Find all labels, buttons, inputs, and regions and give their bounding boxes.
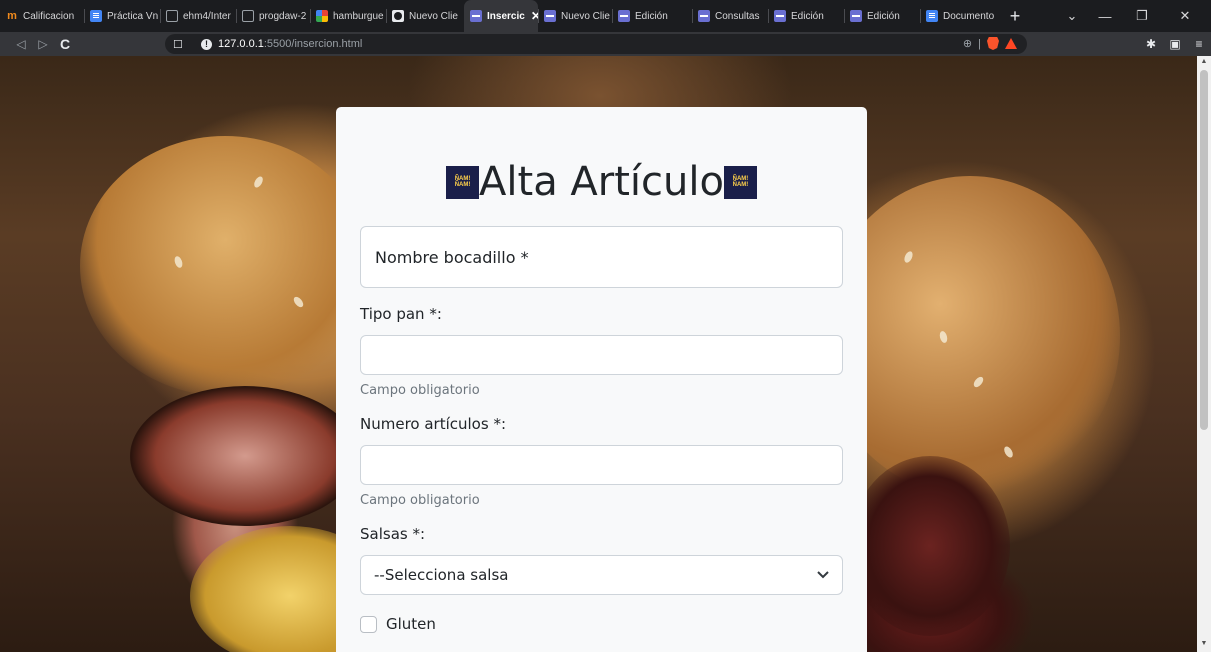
site-info-icon[interactable]: ! — [201, 38, 212, 50]
scroll-up-icon[interactable]: ▲ — [1197, 58, 1211, 65]
tipo-pan-label: Tipo pan *: — [360, 305, 442, 323]
tab-practica[interactable]: Práctica Vn — [84, 0, 160, 32]
tab-calificacion[interactable]: m Calificacion — [0, 0, 84, 32]
globe-icon — [392, 10, 404, 22]
tab-label: Nuevo Clie — [561, 10, 610, 22]
nombre-bocadillo-placeholder: Nombre bocadillo * — [375, 247, 529, 267]
tab-label: progdaw-2 — [259, 10, 307, 22]
tipo-pan-help: Campo obligatorio — [360, 383, 480, 398]
google-icon — [316, 10, 328, 22]
address-bar[interactable]: ☐ ! 127.0.0.1 :5500/insercion.html ⊕ | — [165, 34, 1027, 54]
bun-left — [80, 136, 370, 396]
url-path: :5500/insercion.html — [263, 38, 363, 50]
tab-nuevo-cliente-2[interactable]: Nuevo Clie — [538, 0, 612, 32]
salsas-label: Salsas *: — [360, 525, 426, 543]
logo-text: ÑAM! — [732, 182, 749, 188]
tab-consultas[interactable]: Consultas — [692, 0, 768, 32]
tab-insercion[interactable]: Insercic ✕ — [464, 0, 538, 32]
tab-label: Documento — [943, 10, 995, 22]
numero-articulos-input[interactable] — [360, 445, 843, 485]
tab-edicion-2[interactable]: Edición — [768, 0, 844, 32]
browser-toolbar: ◁ ▷ C ☐ ! 127.0.0.1 :5500/insercion.html… — [0, 32, 1211, 56]
tab-label: hamburgue — [333, 10, 384, 22]
tab-label: Calificacion — [23, 10, 75, 22]
close-window-icon[interactable]: ✕ — [1165, 0, 1205, 32]
salsas-select[interactable]: --Selecciona salsa — [360, 555, 843, 595]
github-icon — [166, 10, 178, 22]
tab-label: Insercic — [487, 10, 525, 22]
restore-icon[interactable]: ❐ — [1122, 0, 1162, 32]
reload-icon[interactable]: C — [54, 33, 76, 55]
tab-nuevo-cliente-1[interactable]: Nuevo Clie — [386, 0, 464, 32]
moodle-icon: m — [7, 10, 17, 22]
form-card: ÑAM! ÑAM! Alta Artículo ÑAM! ÑAM! Nombre… — [336, 107, 867, 652]
menu-icon[interactable]: ≡ — [1187, 37, 1211, 51]
tab-label: Práctica Vn — [107, 10, 159, 22]
bookmark-icon[interactable]: ☐ — [173, 38, 191, 51]
new-tab-button[interactable]: + — [1004, 5, 1026, 27]
tab-label: ehm4/Inter — [183, 10, 231, 22]
docs-icon — [926, 10, 938, 22]
brave-rewards-icon[interactable] — [1005, 38, 1017, 49]
nombre-bocadillo-input[interactable]: Nombre bocadillo * — [360, 226, 843, 288]
scrollbar-thumb[interactable] — [1200, 70, 1208, 430]
divider: | — [978, 37, 981, 50]
nam-nam-logo: ÑAM! ÑAM! — [446, 165, 480, 199]
page-icon — [698, 10, 710, 22]
gluten-label: Gluten — [386, 615, 436, 633]
page-title: ÑAM! ÑAM! Alta Artículo ÑAM! ÑAM! — [360, 153, 843, 211]
bacon — [130, 386, 360, 526]
page-icon — [774, 10, 786, 22]
scroll-down-icon[interactable]: ▼ — [1197, 640, 1211, 647]
salsas-selected-value: --Selecciona salsa — [374, 566, 509, 584]
zoom-icon[interactable]: ⊕ — [963, 37, 972, 50]
page-icon — [618, 10, 630, 22]
numero-articulos-label: Numero artículos *: — [360, 415, 506, 433]
page-icon — [470, 10, 482, 22]
url-host: 127.0.0.1 — [218, 38, 264, 50]
tab-edicion-1[interactable]: Edición — [612, 0, 692, 32]
minimize-icon[interactable]: — — [1085, 0, 1125, 32]
tab-strip: m Calificacion Práctica Vn ehm4/Inter pr… — [0, 0, 1211, 32]
page-background: ÑAM! ÑAM! Alta Artículo ÑAM! ÑAM! Nombre… — [0, 56, 1197, 652]
tab-documento[interactable]: Documento — [920, 0, 1000, 32]
nam-nam-logo: ÑAM! ÑAM! — [723, 165, 757, 199]
meat-right — [850, 456, 1010, 636]
page-title-text: Alta Artículo — [479, 159, 724, 205]
tab-label: Edición — [791, 10, 824, 22]
page-scrollbar[interactable]: ▲ ▼ — [1197, 56, 1211, 652]
tab-label: Edición — [867, 10, 900, 22]
brave-shields-icon[interactable] — [987, 37, 999, 50]
close-tab-icon[interactable]: ✕ — [531, 9, 538, 23]
logo-text: ÑAM! — [454, 182, 471, 188]
tipo-pan-input[interactable] — [360, 335, 843, 375]
tab-progdaw[interactable]: progdaw-2 — [236, 0, 310, 32]
tab-label: Consultas — [715, 10, 760, 22]
wallet-icon[interactable]: ▣ — [1163, 37, 1187, 51]
chevron-down-icon — [817, 571, 829, 579]
tab-ehm4[interactable]: ehm4/Inter — [160, 0, 236, 32]
gluten-checkbox[interactable] — [360, 615, 377, 633]
tab-label: Edición — [635, 10, 668, 22]
tab-edicion-3[interactable]: Edición — [844, 0, 920, 32]
page-icon — [544, 10, 556, 22]
github-icon — [242, 10, 254, 22]
numero-articulos-help: Campo obligatorio — [360, 493, 480, 508]
extensions-icon[interactable]: ✱ — [1139, 37, 1163, 51]
back-icon[interactable]: ◁ — [10, 33, 32, 55]
tab-label: Nuevo Clie — [409, 10, 458, 22]
page-icon — [850, 10, 862, 22]
gluten-option[interactable]: Gluten — [360, 615, 843, 633]
tab-hamburguesa[interactable]: hamburgue — [310, 0, 386, 32]
docs-icon — [90, 10, 102, 22]
forward-icon[interactable]: ▷ — [32, 33, 54, 55]
